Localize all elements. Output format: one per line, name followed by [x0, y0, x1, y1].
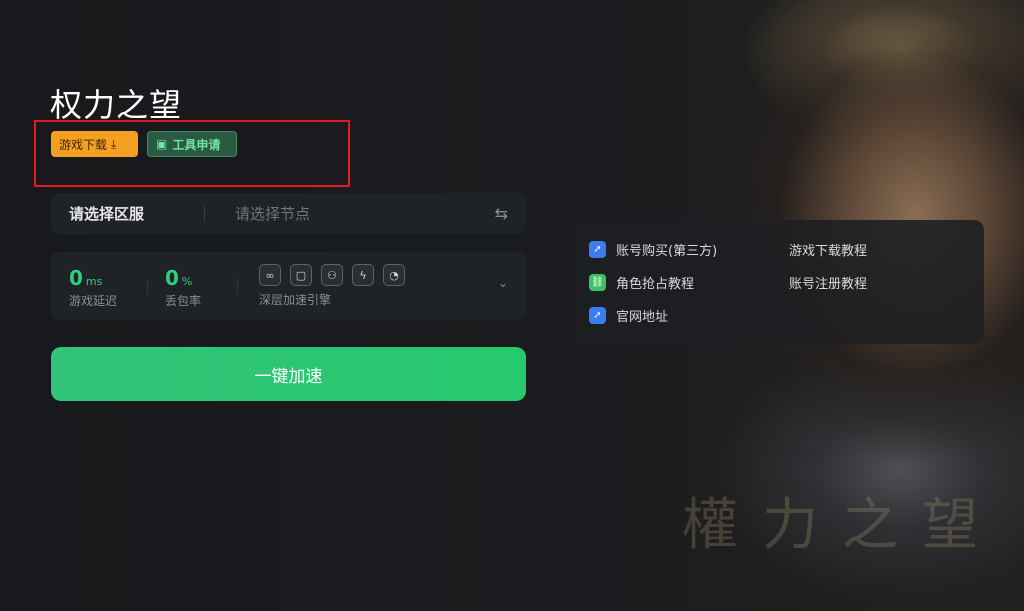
- link-official-site[interactable]: ➚ 官网地址: [589, 306, 668, 325]
- tool-apply-button[interactable]: ▣ 工具申请: [147, 131, 237, 157]
- swap-icon[interactable]: ⇆: [495, 204, 508, 223]
- latency-unit: ms: [85, 275, 103, 288]
- gauge-icon[interactable]: ◔: [383, 264, 405, 286]
- game-download-label: 游戏下载: [59, 137, 108, 152]
- latency-label: 游戏延迟: [69, 294, 118, 308]
- stats-panel: 0 ms 游戏延迟 0% 丢包率 ∞ ▢ ⚇ ϟ ◔ 深层加速引擎 ⌄: [51, 252, 526, 320]
- lightning-icon[interactable]: ϟ: [352, 264, 374, 286]
- link-register-tutorial[interactable]: 账号注册教程: [789, 273, 867, 292]
- link-icon: ⛓: [589, 274, 606, 291]
- link-label: 游戏下载教程: [789, 244, 868, 259]
- latency-stat: 0 ms 游戏延迟: [69, 266, 117, 309]
- link-download-tutorial[interactable]: 游戏下载教程: [789, 240, 867, 259]
- link-label: 官网地址: [616, 310, 669, 325]
- cursor-icon: ➚: [589, 241, 606, 258]
- deep-engine: ∞ ▢ ⚇ ϟ ◔ 深层加速引擎: [259, 264, 405, 308]
- chevron-down-icon[interactable]: ⌄: [498, 276, 508, 290]
- server-select[interactable]: 请选择区服: [69, 203, 204, 224]
- loop-icon[interactable]: ∞: [259, 264, 281, 286]
- link-label: 角色抢占教程: [616, 277, 695, 292]
- latency-value: 0: [69, 266, 83, 290]
- packet-loss-stat: 0% 丢包率: [165, 266, 201, 309]
- tool-apply-label: 工具申请: [172, 137, 221, 152]
- tag-row: 游戏下载 ⤓ ▣ 工具申请: [51, 131, 237, 157]
- loss-unit: %: [181, 275, 193, 288]
- link-role-grab-tutorial[interactable]: ⛓ 角色抢占教程: [589, 273, 694, 292]
- cursor-icon: ➚: [589, 307, 606, 324]
- engine-icons: ∞ ▢ ⚇ ϟ ◔: [259, 264, 405, 286]
- game-download-button[interactable]: 游戏下载 ⤓: [51, 131, 138, 157]
- region-node-selector: 请选择区服 请选择节点 ⇆: [51, 193, 526, 234]
- accelerate-button[interactable]: 一键加速: [51, 347, 526, 401]
- divider: [237, 278, 238, 294]
- screen-icon[interactable]: ▢: [290, 264, 312, 286]
- divider: [204, 205, 205, 222]
- loss-label: 丢包率: [165, 294, 202, 308]
- engine-label: 深层加速引擎: [259, 293, 332, 307]
- link-account-purchase[interactable]: ➚ 账号购买(第三方): [589, 240, 717, 259]
- link-label: 账号注册教程: [789, 277, 868, 292]
- loss-value: 0: [165, 266, 179, 290]
- game-logo-watermark: 權力之望: [682, 493, 1002, 558]
- links-panel: ➚ 账号购买(第三方) 游戏下载教程 ⛓ 角色抢占教程 账号注册教程 ➚ 官网地…: [572, 220, 984, 344]
- cube-icon: ▣: [156, 137, 168, 151]
- divider: [147, 278, 148, 294]
- link-label: 账号购买(第三方): [616, 244, 718, 259]
- node-select[interactable]: 请选择节点: [235, 203, 495, 224]
- download-icon: ⤓: [111, 136, 117, 151]
- nodes-icon[interactable]: ⚇: [321, 264, 343, 286]
